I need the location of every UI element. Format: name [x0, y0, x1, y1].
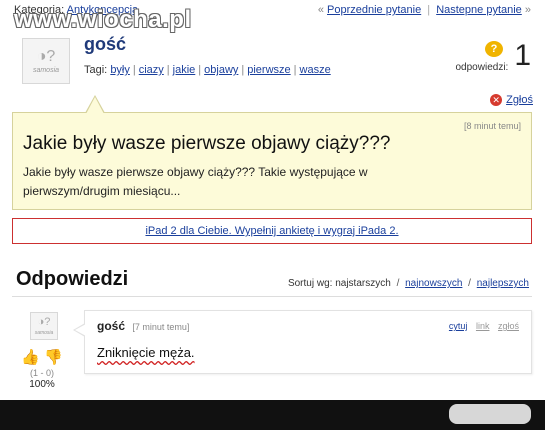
thumbs-up-icon[interactable]: 👍: [21, 348, 40, 366]
sort-options: Sortuj wg: najstarszych / najnowszych / …: [287, 278, 529, 289]
speech-bubbles-icon: ◑?: [36, 47, 56, 65]
answer-avatar[interactable]: ◑? samosia: [30, 312, 58, 340]
answer-box: gość [7 minut temu] cytuj link zgłoś Zni…: [73, 310, 532, 374]
tag-link[interactable]: pierwsze: [247, 64, 290, 76]
report-link[interactable]: Zgłoś: [506, 94, 533, 106]
watermark: www.wiocha.pl: [14, 6, 192, 33]
speech-bubbles-icon: ◑?: [37, 315, 51, 328]
next-arrow-icon: »: [524, 4, 531, 16]
answer-author-name[interactable]: gość: [97, 319, 125, 333]
question-box: [8 minut temu] Jakie były wasze pierwsze…: [12, 95, 532, 210]
link-link[interactable]: link: [476, 321, 490, 331]
tag-link[interactable]: były: [110, 64, 130, 76]
thumbs-down-icon[interactable]: 👎: [44, 348, 63, 366]
tags-label: Tagi:: [84, 64, 108, 76]
prev-arrow-icon: «: [317, 4, 324, 16]
question-avatar[interactable]: ◑? samosia: [22, 38, 70, 84]
answers-count-label: odpowiedzi:: [455, 62, 509, 73]
vote-count: (1 - 0): [29, 368, 54, 378]
answer-author: gość [7 minut temu]: [97, 319, 189, 333]
cite-link[interactable]: cytuj: [449, 321, 468, 331]
tag-link[interactable]: wasze: [300, 64, 331, 76]
prev-question-link[interactable]: Poprzednie pytanie: [327, 4, 421, 16]
tag-link[interactable]: ciazy: [139, 64, 164, 76]
sort-current: najstarszych: [335, 278, 391, 289]
answers-heading: Odpowiedzi: [16, 268, 129, 290]
report-x-icon: ✕: [490, 94, 503, 106]
question-body: Jakie były wasze pierwsze objawy ciąży??…: [23, 165, 368, 198]
question-nav: « Poprzednie pytanie | Nastepne pytanie …: [318, 4, 531, 16]
answer-votes: 👍 👎 (1 - 0) 100%: [20, 348, 64, 390]
tag-link[interactable]: jakie: [173, 64, 196, 76]
sort-newest-link[interactable]: najnowszych: [405, 278, 462, 289]
tags-row: Tagi: były | ciazy | jakie | objawy | pierwsze | w…: [84, 64, 331, 76]
nav-separator: |: [427, 4, 431, 16]
bubble-tail-fill: [86, 97, 104, 114]
report-answer-link[interactable]: zgłoś: [498, 321, 519, 331]
avatar-brand: samosia: [32, 66, 60, 74]
tag-link[interactable]: objawy: [204, 64, 238, 76]
report-button[interactable]: ✕ Zgłoś: [490, 94, 533, 106]
bubble-tail-fill: [75, 324, 86, 336]
ad-link[interactable]: iPad 2 dla Ciebie. Wypełnij ankietę i wy…: [145, 225, 398, 237]
vote-percent: 100%: [29, 379, 55, 390]
avatar-brand: samosia: [34, 329, 54, 336]
sort-label: Sortuj wg:: [287, 278, 333, 289]
question-title: Jakie były wasze pierwsze objawy ciąży??…: [23, 133, 391, 154]
answer-text: Zniknięcie męża.: [97, 345, 195, 360]
answer-time: [7 minut temu]: [132, 322, 190, 332]
next-question-link[interactable]: Nastepne pytanie: [436, 4, 522, 16]
question-time: [8 minut temu]: [463, 121, 521, 131]
answers-count: odpowiedzi: 1: [455, 38, 532, 74]
answers-count-number: 1: [514, 38, 531, 72]
sort-best-link[interactable]: najlepszych: [477, 278, 529, 289]
question-author[interactable]: gość: [84, 34, 126, 55]
divider: [12, 296, 532, 297]
answer-actions: cytuj link zgłoś: [449, 321, 519, 331]
ad-banner[interactable]: iPad 2 dla Ciebie. Wypełnij ankietę i wy…: [12, 218, 532, 244]
corner-stamp: [449, 404, 531, 424]
